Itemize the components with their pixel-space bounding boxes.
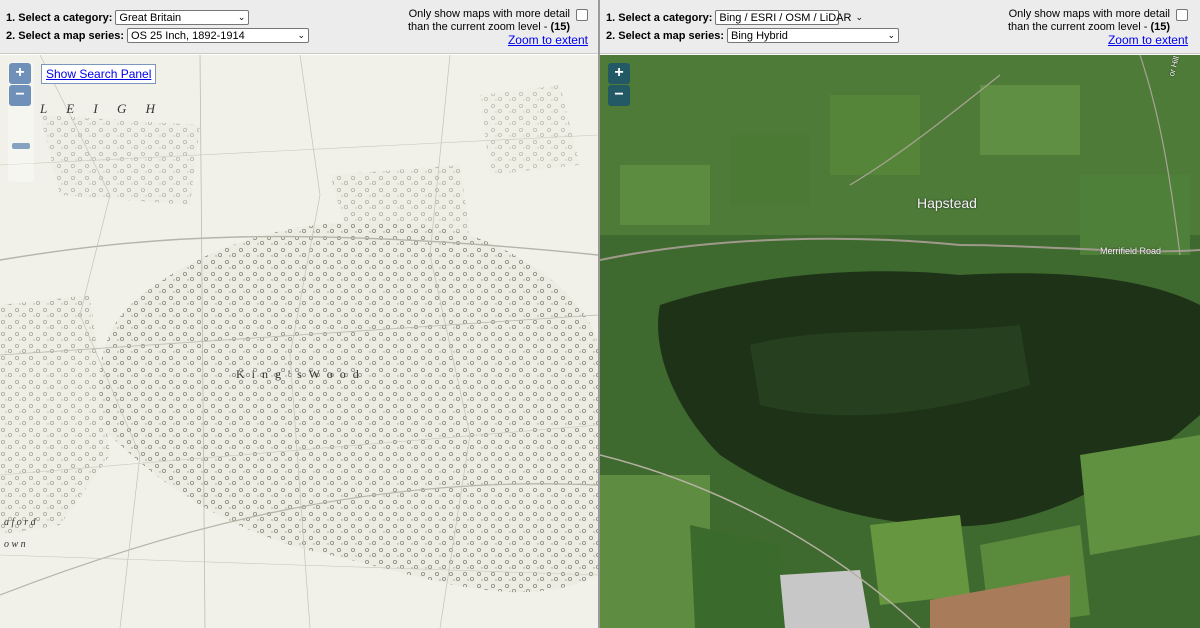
- right-detail-checkbox[interactable]: [1176, 9, 1188, 21]
- kings-wood-label: K i n g ' s W o o d: [236, 367, 361, 381]
- chevron-down-icon: ⌄: [887, 30, 896, 40]
- right-detail-text: Only show maps with more detail than the…: [1008, 8, 1170, 34]
- right-satellite-map[interactable]: Hapstead Merrifield Road or Hill + −: [600, 55, 1200, 628]
- left-category-label: 1. Select a category:: [6, 11, 113, 24]
- left-zoom-out-button[interactable]: −: [9, 85, 31, 106]
- right-category-label: 1. Select a category:: [606, 11, 713, 24]
- left-historic-map[interactable]: K i n g ' s W o o d L E I G H a f o r d …: [0, 55, 598, 628]
- left-category-row: 1. Select a category: Great Britain ⌄: [6, 10, 250, 25]
- left-detail-line1: Only show maps with more detail: [408, 8, 570, 20]
- left-series-select[interactable]: OS 25 Inch, 1892-1914 ⌄: [127, 28, 310, 43]
- leigh-label: L E I G H: [40, 101, 164, 116]
- left-category-select[interactable]: Great Britain ⌄: [115, 10, 250, 25]
- left-series-label: 2. Select a map series:: [6, 29, 125, 42]
- left-detail-line2-prefix: than the current zoom level -: [407, 21, 551, 33]
- right-map-pane: 1. Select a category: Bing / ESRI / OSM …: [600, 0, 1200, 628]
- left-detail-checkbox[interactable]: [576, 9, 588, 21]
- left-controls: 1. Select a category: Great Britain ⌄ 2.…: [0, 0, 598, 54]
- right-category-value: Bing / ESRI / OSM / LiDAR: [719, 11, 852, 24]
- right-series-label: 2. Select a map series:: [606, 29, 725, 42]
- left-series-value: OS 25 Inch, 1892-1914: [131, 29, 245, 42]
- right-series-select[interactable]: Bing Hybrid ⌄: [727, 28, 900, 43]
- own-label: o w n: [4, 539, 26, 550]
- show-search-panel-button[interactable]: Show Search Panel: [41, 64, 157, 84]
- right-controls: 1. Select a category: Bing / ESRI / OSM …: [600, 0, 1200, 54]
- right-series-row: 2. Select a map series: Bing Hybrid ⌄: [606, 28, 900, 43]
- left-map-pane: 1. Select a category: Great Britain ⌄ 2.…: [0, 0, 598, 628]
- right-category-row: 1. Select a category: Bing / ESRI / OSM …: [606, 10, 863, 25]
- hapstead-label: Hapstead: [917, 195, 977, 211]
- right-zoom-to-extent-link[interactable]: Zoom to extent: [1108, 33, 1188, 47]
- left-detail-text: Only show maps with more detail than the…: [408, 8, 570, 34]
- chevron-down-icon: ⌄: [237, 12, 246, 22]
- left-zoom-slider[interactable]: [12, 143, 30, 149]
- left-historic-map-graphic: [0, 55, 598, 628]
- chevron-down-icon: ⌄: [297, 30, 306, 40]
- left-zoom-level: (15): [550, 21, 570, 33]
- left-zoom-in-button[interactable]: +: [9, 63, 31, 84]
- left-series-row: 2. Select a map series: OS 25 Inch, 1892…: [6, 28, 310, 43]
- right-detail-line1: Only show maps with more detail: [1008, 8, 1170, 20]
- right-series-value: Bing Hybrid: [731, 29, 788, 42]
- chevron-down-icon: ⌄: [855, 12, 863, 22]
- right-category-select[interactable]: Bing / ESRI / OSM / LiDAR ⌄: [715, 10, 863, 25]
- merrifield-road-label: Merrifield Road: [1100, 246, 1162, 256]
- aford-label: a f o r d: [4, 517, 36, 528]
- right-satellite-map-graphic: [600, 55, 1200, 628]
- right-zoom-in-button[interactable]: +: [608, 63, 630, 84]
- right-zoom-level: (15): [1150, 21, 1170, 33]
- right-zoom-out-button[interactable]: −: [608, 85, 630, 106]
- left-category-value: Great Britain: [119, 11, 182, 24]
- left-zoom-to-extent-link[interactable]: Zoom to extent: [508, 33, 588, 47]
- right-detail-line2-prefix: than the current zoom level -: [1007, 21, 1151, 33]
